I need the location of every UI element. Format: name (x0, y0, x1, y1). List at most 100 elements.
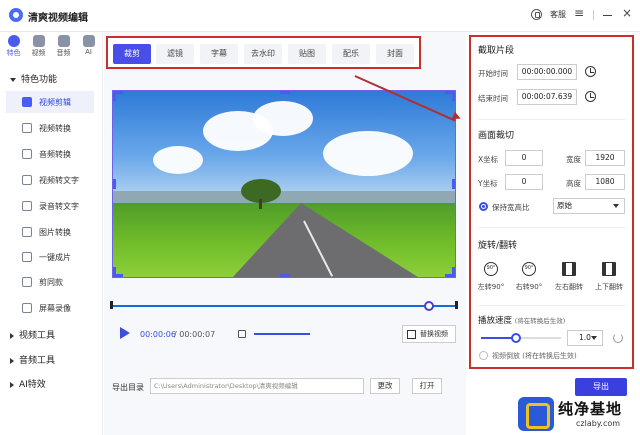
current-time: 00:00:06 (140, 330, 176, 339)
feature-icon (7, 35, 20, 47)
crop-handle[interactable] (113, 91, 116, 101)
microphone-icon (22, 149, 32, 159)
speed-slider[interactable] (481, 333, 561, 343)
x-coord-label: X坐标 (478, 155, 499, 164)
customer-service-icon[interactable] (531, 9, 542, 20)
tab-crop[interactable]: 裁剪 (113, 44, 151, 64)
section-feature[interactable]: 特色功能 (10, 72, 57, 85)
sidebar-item-label: 视频转文字 (39, 175, 79, 185)
sidebar-item-video-edit[interactable]: 视频剪辑 (6, 91, 94, 113)
y-coord-input[interactable]: 0 (505, 174, 543, 190)
flip-vertical-button[interactable]: 上下翻转 (591, 262, 627, 292)
export-dir-label: 导出目录 (112, 383, 144, 392)
category-feature[interactable]: 特色 (4, 35, 23, 58)
x-coord-input[interactable]: 0 (505, 150, 543, 166)
timeline-progress[interactable] (110, 301, 458, 311)
menu-icon[interactable] (574, 6, 585, 20)
sidebar-item-label: 剪同款 (39, 277, 63, 287)
crop-handle[interactable] (280, 91, 290, 94)
watermark-text: 纯净基地 (558, 400, 623, 418)
speed-value-select[interactable]: 1.0 (567, 330, 603, 346)
category-ai[interactable]: AI (79, 35, 98, 58)
timeline-end-marker[interactable] (455, 301, 458, 309)
tab-subtitle[interactable]: 字幕 (200, 44, 238, 64)
timeline-playhead[interactable] (424, 301, 434, 311)
clock-icon[interactable] (585, 91, 596, 102)
app-logo-icon (9, 8, 23, 22)
sidebar-item-template[interactable]: 剪同款 (6, 271, 94, 293)
sidebar-item-record-to-text[interactable]: 录音转文字 (6, 195, 94, 217)
crop-handle[interactable] (452, 91, 455, 101)
speed-slider-fill (481, 337, 513, 339)
minimize-icon[interactable] (602, 9, 613, 20)
sidebar-item-screen-record[interactable]: 屏幕录像 (6, 297, 94, 319)
width-label: 宽度 (566, 155, 581, 164)
flip-horizontal-icon (562, 262, 576, 276)
title-bar-controls: 客服 (531, 6, 632, 20)
flip-horizontal-label: 左右翻转 (555, 283, 583, 291)
watermark-logo: 纯净基地 czlaby.com (518, 397, 634, 431)
sidebar-item-audio-convert[interactable]: 音频转换 (6, 143, 94, 165)
crop-handle[interactable] (113, 179, 116, 189)
tab-cover[interactable]: 封面 (376, 44, 414, 64)
reverse-video-radio[interactable] (479, 351, 488, 360)
crop-handle[interactable] (280, 274, 290, 277)
tab-filter[interactable]: 滤镜 (156, 44, 194, 64)
section-ai[interactable]: AI特效 (10, 377, 46, 390)
open-dir-button[interactable]: 打开 (412, 378, 442, 394)
y-coord-label: Y坐标 (478, 179, 498, 188)
volume-icon[interactable] (238, 330, 246, 338)
reset-icon[interactable] (613, 333, 623, 343)
sidebar: 特色 视频 音频 AI 特色功能 视频剪辑 视频转换 音频转换 视频转文字 录音… (0, 32, 103, 435)
category-video[interactable]: 视频 (29, 35, 48, 58)
sidebar-item-one-click[interactable]: 一键成片 (6, 246, 94, 268)
start-time-input[interactable]: 00:00:00.000 (517, 64, 577, 80)
change-dir-button[interactable]: 更改 (370, 378, 400, 394)
speed-slider-knob[interactable] (511, 333, 521, 343)
export-row: 导出目录 C:\Users\Administrator\Desktop\清爽视频… (112, 378, 456, 396)
rotate-left-button[interactable]: 90° 左转90° (473, 262, 509, 292)
start-time-label: 开始时间 (478, 69, 508, 78)
customer-service-label[interactable]: 客服 (550, 9, 566, 20)
timeline-start-marker[interactable] (110, 301, 113, 309)
tab-sticker[interactable]: 贴图 (288, 44, 326, 64)
close-icon[interactable] (621, 6, 632, 20)
clock-icon[interactable] (585, 66, 596, 77)
sidebar-item-video-convert[interactable]: 视频转换 (6, 117, 94, 139)
title-bar: 清爽视频编辑 客服 (0, 0, 640, 32)
image-convert-icon (22, 227, 32, 237)
ratio-select[interactable]: 原始 (553, 198, 625, 214)
keep-ratio-radio[interactable] (479, 202, 488, 211)
height-input[interactable]: 1080 (585, 174, 625, 190)
section-video-tools[interactable]: 视频工具 (10, 328, 55, 341)
volume-slider[interactable] (254, 333, 310, 335)
crop-handle[interactable] (452, 179, 455, 189)
video-icon (32, 35, 45, 47)
tab-remove-watermark[interactable]: 去水印 (244, 44, 282, 64)
width-input[interactable]: 1920 (585, 150, 625, 166)
tab-music[interactable]: 配乐 (332, 44, 370, 64)
category-label: AI (85, 48, 92, 56)
sidebar-item-label: 视频转换 (39, 123, 71, 133)
rotate-right-icon: 90° (522, 262, 536, 276)
export-path-field[interactable]: C:\Users\Administrator\Desktop\清爽视频编辑 (150, 378, 364, 394)
video-preview[interactable] (112, 90, 456, 278)
flip-horizontal-button[interactable]: 左右翻转 (551, 262, 587, 292)
sidebar-item-video-to-text[interactable]: 视频转文字 (6, 169, 94, 191)
crop-handle[interactable] (113, 267, 116, 277)
end-time-input[interactable]: 00:00:07.639 (517, 89, 577, 105)
sidebar-item-image-convert[interactable]: 图片转换 (6, 221, 94, 243)
section-audio-tools[interactable]: 音频工具 (10, 353, 55, 366)
rotate-section-title: 旋转/翻转 (478, 241, 518, 251)
crop-handle[interactable] (452, 267, 455, 277)
video-to-text-icon (22, 175, 32, 185)
replace-video-button[interactable]: 替换视频 (402, 325, 456, 343)
export-button[interactable]: 导出 (575, 378, 627, 396)
play-icon[interactable] (120, 327, 130, 339)
category-audio[interactable]: 音频 (54, 35, 73, 58)
editor-main: 裁剪 滤镜 字幕 去水印 贴图 配乐 封面 00:00:06 / 00:00:0… (104, 32, 466, 435)
audio-icon (57, 35, 70, 47)
flip-vertical-label: 上下翻转 (595, 283, 623, 291)
divider (478, 227, 626, 228)
rotate-right-button[interactable]: 90° 右转90° (511, 262, 547, 292)
